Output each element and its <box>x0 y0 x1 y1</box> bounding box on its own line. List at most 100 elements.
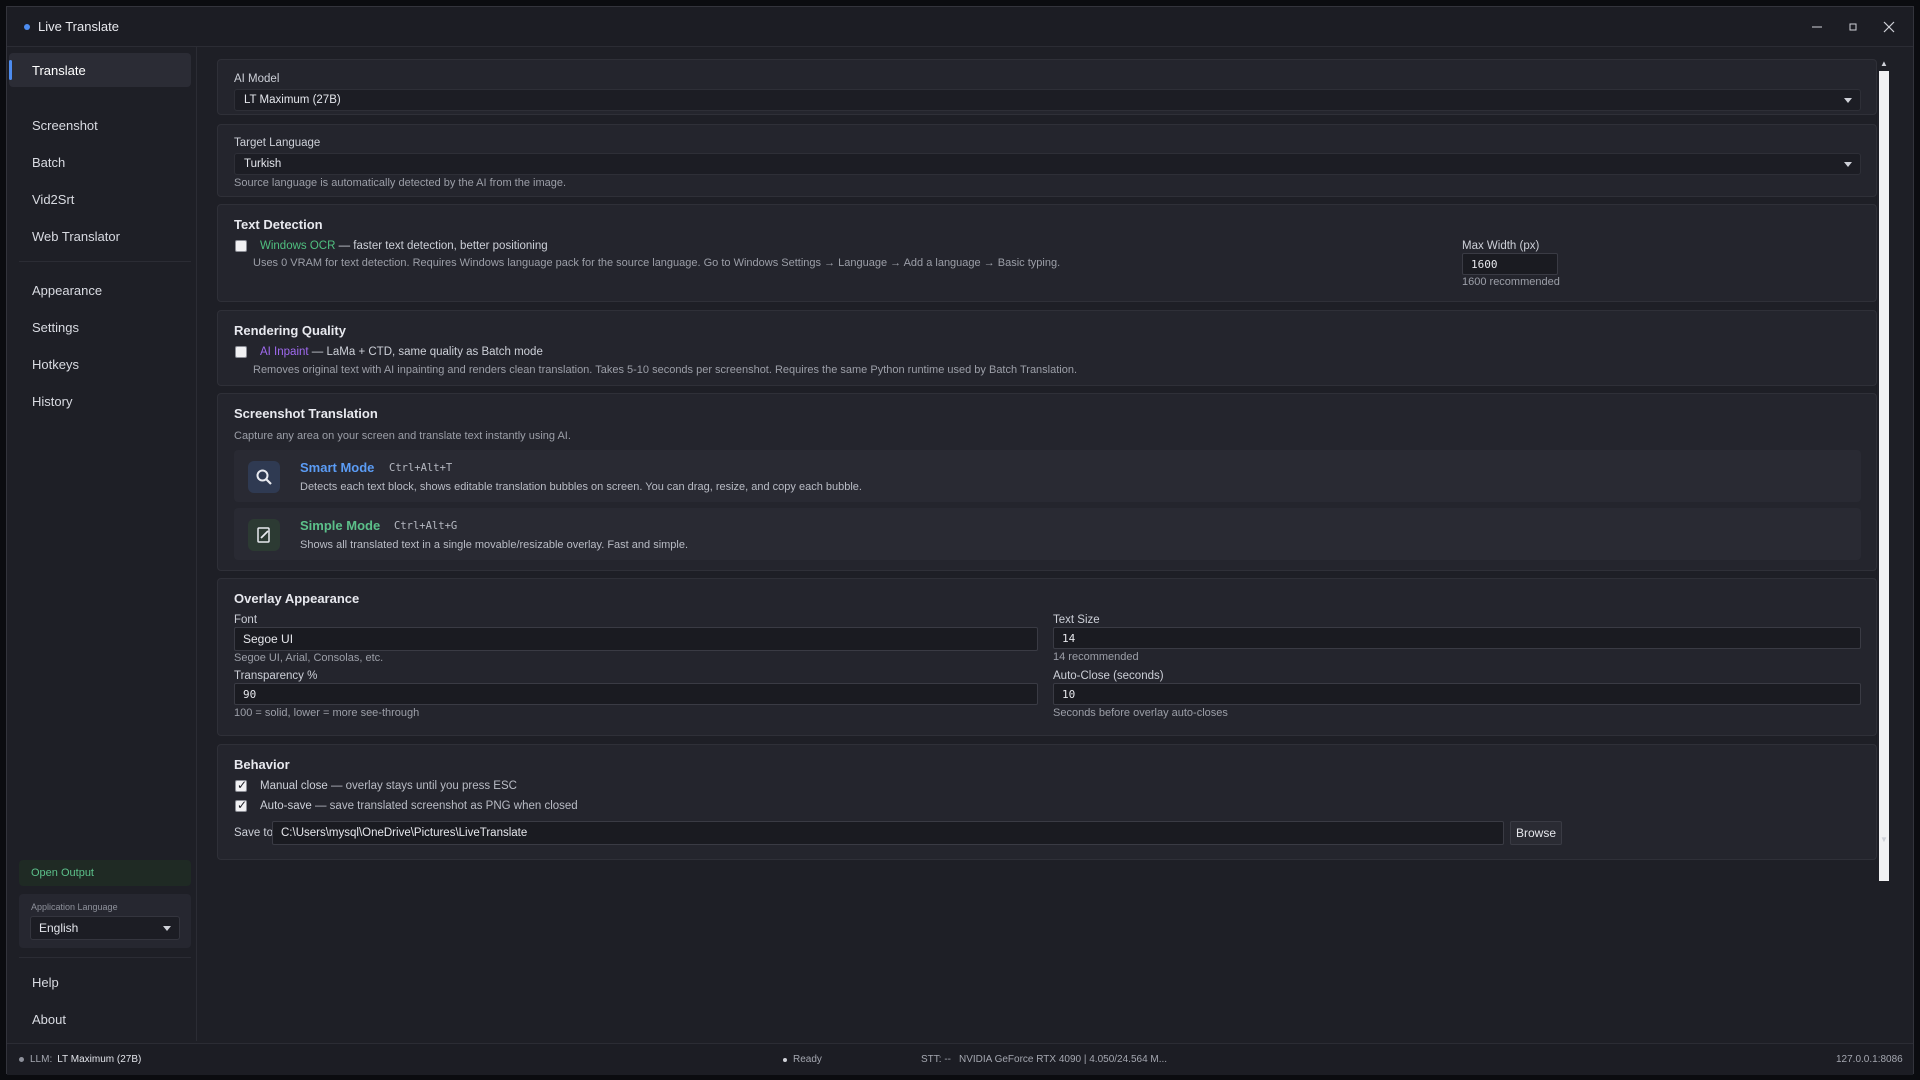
status-bar: LLM: LT Maximum (27B) Ready STT: -- NVID… <box>7 1043 1913 1075</box>
text-detection-card: Text Detection Windows OCR — faster text… <box>217 204 1877 302</box>
max-width-label: Max Width (px) <box>1462 240 1540 252</box>
sidebar-item-batch[interactable]: Batch <box>9 145 191 179</box>
sidebar-item-label: Batch <box>32 154 66 170</box>
app-language-value: English <box>39 921 79 935</box>
transparency-input[interactable]: 90 <box>234 683 1038 705</box>
window-controls <box>1799 7 1907 47</box>
max-width-input[interactable]: 1600 <box>1462 253 1558 275</box>
close-button[interactable] <box>1871 7 1907 47</box>
manual-close-name: Manual close <box>260 780 328 792</box>
scroll-down-icon[interactable]: ▼ <box>1879 835 1889 845</box>
gpu-status: NVIDIA GeForce RTX 4090 | 4.050/24.564 M… <box>959 1054 1168 1065</box>
smart-mode-name: Smart Mode <box>300 460 375 475</box>
target-language-select[interactable]: Turkish <box>234 153 1861 175</box>
app-window: Live Translate Translate Screenshot Batc… <box>6 6 1914 1075</box>
app-language-select[interactable]: English <box>30 916 180 940</box>
rendering-quality-card: Rendering Quality AI Inpaint — LaMa + CT… <box>217 310 1877 386</box>
target-language-value: Turkish <box>244 158 282 170</box>
auto-save-checkbox[interactable] <box>235 798 247 812</box>
sidebar-item-help[interactable]: Help <box>9 965 191 999</box>
screenshot-translation-subtitle: Capture any area on your screen and tran… <box>234 430 571 442</box>
text-size-input[interactable]: 14 <box>1053 627 1861 649</box>
sidebar-item-translate[interactable]: Translate <box>9 53 191 87</box>
target-language-card: Target Language Turkish Source language … <box>217 124 1877 197</box>
auto-close-label: Auto-Close (seconds) <box>1053 670 1164 682</box>
windows-ocr-name: Windows OCR <box>260 240 336 252</box>
manual-close-option: Manual close — overlay stays until you p… <box>260 780 517 792</box>
save-to-label: Save to <box>234 827 273 839</box>
ready-text: Ready <box>793 1054 822 1065</box>
save-to-input[interactable]: C:\Users\mysql\OneDrive\Pictures\LiveTra… <box>272 821 1504 845</box>
scroll-up-icon[interactable]: ▲ <box>1879 59 1889 69</box>
sidebar-item-vid2srt[interactable]: Vid2Srt <box>9 182 191 216</box>
sidebar-item-label: About <box>32 1011 66 1027</box>
scrollbar-thumb[interactable] <box>1879 71 1889 881</box>
font-label: Font <box>234 614 258 626</box>
sidebar-item-screenshot[interactable]: Screenshot <box>9 108 191 142</box>
sidebar-divider <box>19 261 191 262</box>
sidebar-item-label: Help <box>32 974 59 990</box>
sidebar-item-label: Screenshot <box>32 117 98 133</box>
simple-mode-hotkey: Ctrl+Alt+G <box>394 520 458 532</box>
ai-inpaint-text: — LaMa + CTD, same quality as Batch mode <box>311 346 543 358</box>
maximize-icon <box>1849 23 1857 31</box>
ai-inpaint-description: Removes original text with AI inpainting… <box>253 364 1078 376</box>
sidebar-item-web-translator[interactable]: Web Translator <box>9 219 191 253</box>
simple-mode-card[interactable]: Simple Mode Ctrl+Alt+G Shows all transla… <box>234 508 1861 560</box>
sidebar-item-hotkeys[interactable]: Hotkeys <box>9 347 191 381</box>
app-logo-icon <box>24 23 30 30</box>
status-dot-icon <box>19 1057 24 1062</box>
target-language-label: Target Language <box>234 137 321 149</box>
magnifier-icon <box>248 461 280 493</box>
sidebar-item-settings[interactable]: Settings <box>9 310 191 344</box>
sidebar-item-label: Web Translator <box>32 228 120 244</box>
ai-inpaint-name: AI Inpaint <box>260 346 309 358</box>
chevron-down-icon <box>1844 162 1852 167</box>
overlay-appearance-card: Overlay Appearance Font Segoe UI Segoe U… <box>217 578 1877 736</box>
simple-mode-name: Simple Mode <box>300 518 381 533</box>
auto-save-text: — save translated screenshot as PNG when… <box>314 800 578 812</box>
sidebar-item-label: Appearance <box>32 282 103 298</box>
auto-save-option: Auto-save — save translated screenshot a… <box>260 800 578 812</box>
sidebar-item-history[interactable]: History <box>9 384 191 418</box>
sidebar-item-appearance[interactable]: Appearance <box>9 273 191 307</box>
ready-status: Ready <box>783 1054 822 1065</box>
sidebar-item-about[interactable]: About <box>9 1002 191 1036</box>
manual-close-checkbox[interactable] <box>235 778 247 792</box>
auto-close-hint: Seconds before overlay auto-closes <box>1053 707 1228 719</box>
ai-model-value: LT Maximum (27B) <box>244 94 341 106</box>
manual-close-text: — overlay stays until you press ESC <box>330 780 517 792</box>
sidebar: Translate Screenshot Batch Vid2Srt Web T… <box>7 47 197 1041</box>
title-bar: Live Translate <box>7 7 1913 47</box>
section-title: Rendering Quality <box>234 323 346 338</box>
smart-mode-card[interactable]: Smart Mode Ctrl+Alt+T Detects each text … <box>234 450 1861 502</box>
ai-model-select[interactable]: LT Maximum (27B) <box>234 89 1861 111</box>
chevron-down-icon <box>163 926 171 931</box>
maximize-button[interactable] <box>1835 7 1871 47</box>
scrollbar[interactable]: ▲ ▼ <box>1877 59 1891 1035</box>
windows-ocr-checkbox[interactable] <box>235 240 247 252</box>
sidebar-divider <box>19 957 191 958</box>
chevron-down-icon <box>1844 98 1852 103</box>
minimize-button[interactable] <box>1799 7 1835 47</box>
auto-close-input[interactable]: 10 <box>1053 683 1861 705</box>
window-title: Live Translate <box>38 19 119 34</box>
main-content: AI Model LT Maximum (27B) Target Languag… <box>217 59 1879 1035</box>
transparency-label: Transparency % <box>234 670 318 682</box>
transparency-hint: 100 = solid, lower = more see-through <box>234 707 420 719</box>
text-size-label: Text Size <box>1053 614 1100 626</box>
windows-ocr-text: — faster text detection, better position… <box>338 240 548 252</box>
text-size-hint: 14 recommended <box>1053 651 1139 663</box>
sidebar-item-label: Settings <box>32 319 79 335</box>
font-hint: Segoe UI, Arial, Consolas, etc. <box>234 652 384 664</box>
browse-button[interactable]: Browse <box>1510 821 1562 845</box>
status-dot-icon <box>783 1057 787 1062</box>
ai-model-label: AI Model <box>234 73 280 85</box>
open-output-button[interactable]: Open Output <box>19 860 191 886</box>
font-input[interactable]: Segoe UI <box>234 627 1038 651</box>
ai-inpaint-checkbox[interactable] <box>235 346 247 358</box>
llm-value: LT Maximum (27B) <box>57 1054 142 1065</box>
target-language-hint: Source language is automatically detecte… <box>234 177 567 189</box>
section-title: Text Detection <box>234 217 323 232</box>
behavior-card: Behavior Manual close — overlay stays un… <box>217 744 1877 860</box>
